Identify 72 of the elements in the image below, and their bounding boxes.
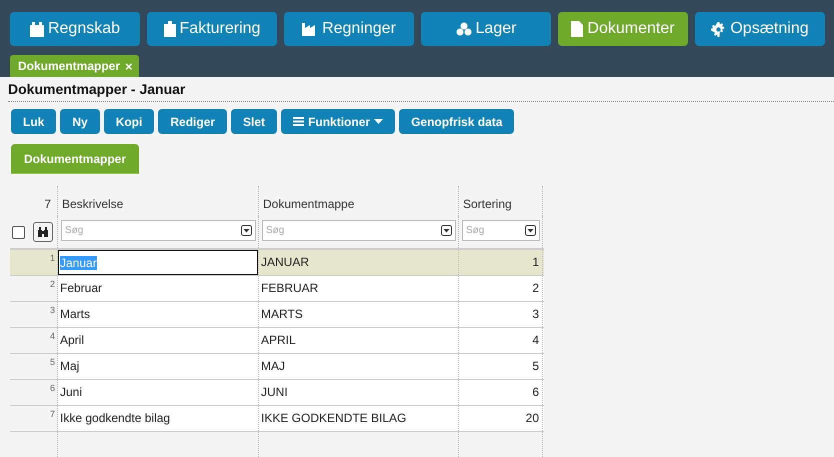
nav-button[interactable]: Regninger	[284, 12, 414, 46]
table-cell: 20	[526, 411, 539, 425]
table-cell: MARTS	[261, 307, 303, 321]
open-tab[interactable]: Dokumentmapper ×	[10, 55, 139, 77]
toolbar-button[interactable]: Rediger	[158, 109, 228, 134]
table-cell: 1	[532, 255, 539, 269]
table-cell: Februar	[60, 281, 102, 295]
row-number: 7	[50, 408, 56, 419]
table-cell: Maj	[60, 359, 80, 373]
table-cell: FEBRUAR	[261, 281, 318, 295]
page-title: Dokumentmapper - Januar	[8, 77, 834, 102]
table-cell: APRIL	[261, 333, 296, 347]
table-cell: Ikke godkendte bilag	[60, 411, 170, 425]
column-header[interactable]: Beskrivelse	[62, 197, 124, 211]
nav-button[interactable]: Regnskab	[10, 12, 140, 46]
table-row[interactable]: 3 Marts MARTS 3	[10, 302, 544, 328]
calendar-icon	[30, 21, 44, 37]
filter-field[interactable]: Søg	[262, 220, 456, 241]
toolbar-button[interactable]: Luk	[11, 109, 56, 134]
close-icon[interactable]: ×	[125, 58, 133, 74]
menu-icon	[293, 117, 304, 126]
file-icon	[571, 21, 584, 37]
tab-label: Dokumentmapper	[18, 59, 120, 73]
column-header[interactable]: Dokumentmappe	[263, 197, 354, 211]
dropdown-icon[interactable]	[525, 225, 536, 236]
filter-field[interactable]: Søg	[61, 220, 256, 241]
table-cell: Juni	[60, 385, 82, 399]
row-number: 2	[50, 278, 56, 289]
toolbar-button[interactable]: Genopfrisk data	[399, 109, 514, 134]
dropdown-icon[interactable]	[241, 225, 252, 236]
table-cell: April	[60, 333, 84, 347]
dropdown-icon[interactable]	[441, 225, 452, 236]
cubes-icon	[456, 22, 472, 36]
row-number: 3	[50, 304, 56, 315]
row-number: 4	[50, 330, 56, 341]
table-cell: Marts	[60, 307, 90, 321]
nav-button[interactable]: Dokumenter	[558, 12, 688, 46]
toolbar-button[interactable]: Kopi	[104, 109, 154, 134]
table-row[interactable]: 2 Februar FEBRUAR 2	[10, 276, 544, 302]
section-tab[interactable]: Dokumentmapper	[11, 144, 140, 174]
table-row[interactable]: 4 April APRIL 4	[10, 328, 544, 354]
clipboard-icon	[164, 21, 176, 37]
table-cell: 3	[532, 307, 539, 321]
table-cell: 6	[532, 385, 539, 399]
cell-editor[interactable]: Januar	[58, 250, 258, 275]
toolbar-button[interactable]: Ny	[60, 109, 100, 134]
table-row[interactable]: 6 Juni JUNI 6	[10, 380, 544, 406]
filter-field[interactable]: Søg	[462, 220, 540, 241]
row-count: 7	[44, 197, 51, 211]
select-all-checkbox[interactable]	[12, 226, 25, 238]
toolbar-button[interactable]: Slet	[231, 109, 278, 134]
table-cell: JUNI	[261, 385, 288, 399]
table-cell: 2	[532, 281, 539, 295]
caret-icon	[374, 119, 384, 124]
table-cell: JANUAR	[261, 255, 310, 269]
table-cell: 4	[532, 333, 539, 347]
table-row[interactable]: 7 Ikke godkendte bilag IKKE GODKENDTE BILAG 20	[10, 406, 544, 432]
row-number: 5	[50, 356, 56, 367]
row-number: 1	[50, 252, 56, 263]
table-cell: MAJ	[261, 359, 285, 373]
nav-button[interactable]: Opsætning	[695, 12, 825, 46]
nav-button[interactable]: Lager	[421, 12, 551, 46]
table-cell: 5	[532, 359, 539, 373]
nav-button[interactable]: Fakturering	[147, 12, 277, 46]
table-row[interactable]: 5 Maj MAJ 5	[10, 354, 544, 380]
table-row[interactable]: 1 Januar JANUAR 1	[10, 250, 544, 276]
gear-icon	[711, 22, 726, 36]
table-cell: IKKE GODKENDTE BILAG	[261, 411, 406, 425]
menu-button[interactable]: Funktioner	[281, 109, 396, 134]
row-number: 6	[50, 382, 56, 393]
binoculars-icon[interactable]	[33, 222, 53, 242]
column-header[interactable]: Sortering	[463, 197, 512, 211]
